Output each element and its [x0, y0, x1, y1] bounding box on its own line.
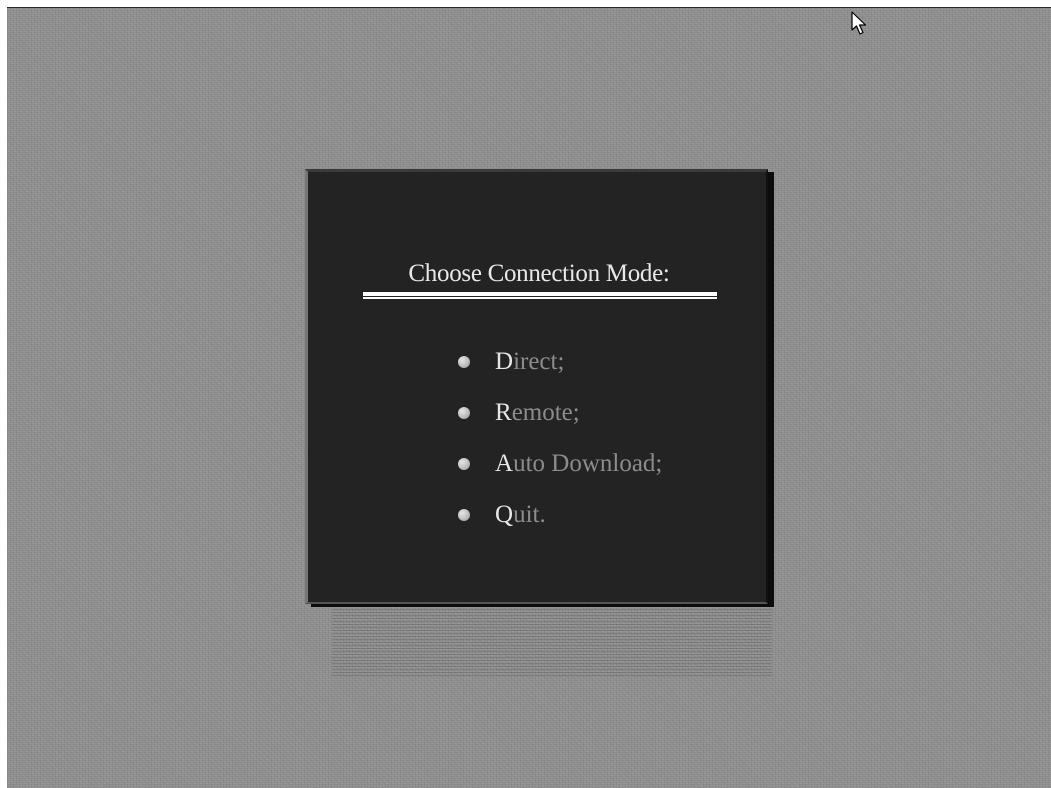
menu-item-initial: R	[495, 398, 512, 426]
menu-item-quit[interactable]: Quit.	[458, 489, 662, 540]
menu-item-remote[interactable]: Remote;	[458, 387, 662, 438]
bullet-icon	[458, 355, 470, 368]
menu-item-initial: Q	[495, 500, 514, 528]
dialog-title: Choose Connection Mode:	[408, 260, 670, 287]
menu-item-label: Quit.	[495, 501, 546, 529]
title-underline	[363, 292, 717, 299]
menu-item-direct[interactable]: Direct;	[458, 336, 662, 387]
arrow-cursor-icon	[851, 11, 867, 35]
panel-reflection	[332, 606, 772, 676]
menu-item-label: Remote;	[495, 399, 580, 427]
menu-item-rest: irect;	[513, 347, 565, 375]
menu-item-label: Direct;	[495, 348, 564, 376]
bullet-icon	[458, 406, 470, 419]
desktop-background: Choose Connection Mode: Direct; Remote; …	[7, 7, 1051, 788]
menu-item-label: Auto Download;	[495, 450, 662, 478]
menu-item-initial: A	[495, 449, 514, 477]
menu-item-rest: uto Download;	[513, 449, 663, 477]
connection-mode-menu: Direct; Remote; Auto Download; Quit.	[458, 336, 662, 540]
bullet-icon	[458, 508, 470, 521]
menu-item-rest: uit.	[513, 500, 546, 528]
bullet-icon	[458, 457, 470, 470]
menu-item-rest: emote;	[511, 398, 580, 426]
connection-mode-dialog: Choose Connection Mode: Direct; Remote; …	[305, 169, 768, 604]
menu-item-initial: D	[495, 347, 514, 375]
menu-item-auto-download[interactable]: Auto Download;	[458, 438, 662, 489]
